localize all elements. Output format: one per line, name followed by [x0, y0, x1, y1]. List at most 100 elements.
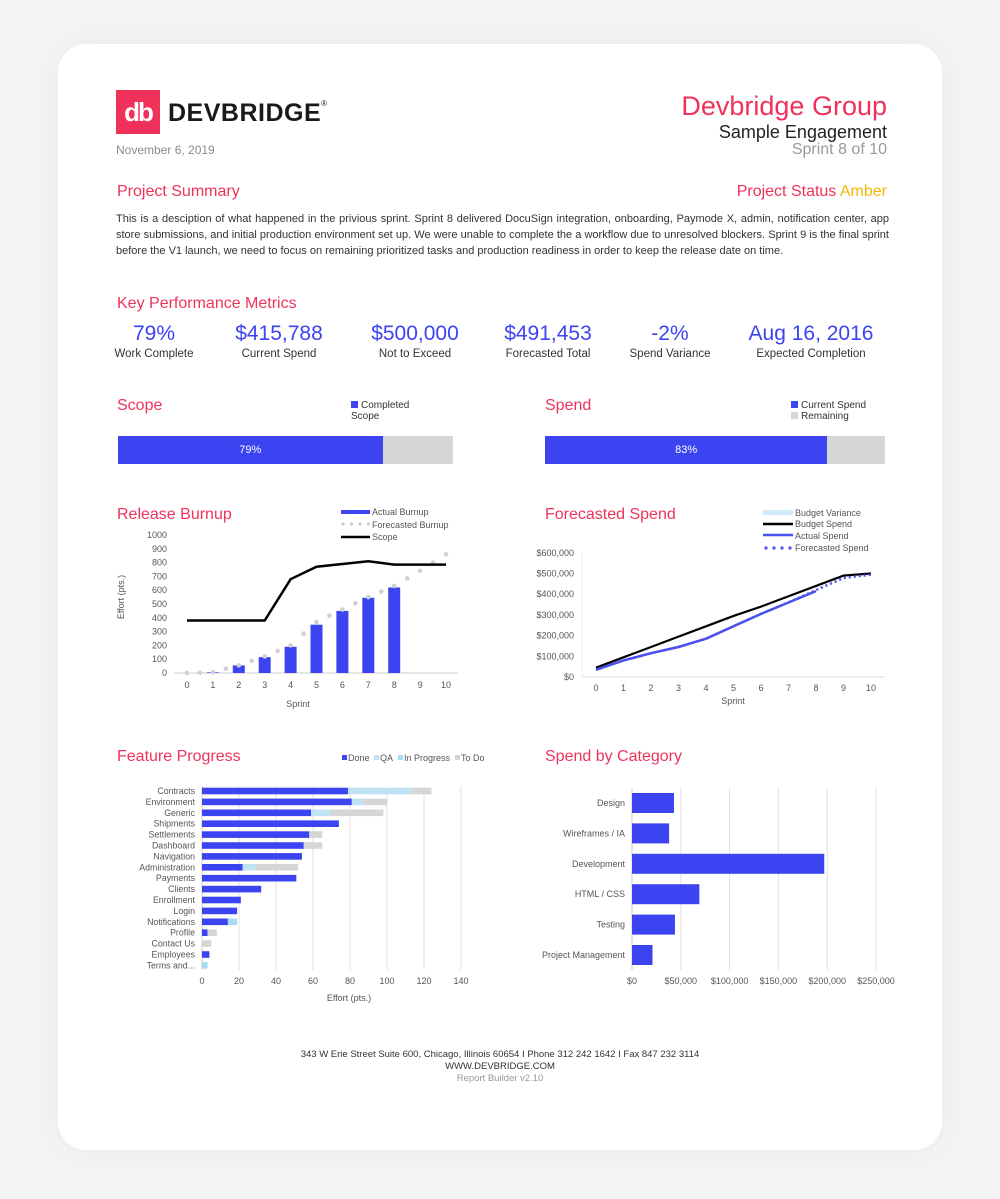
feature-bar-done: [202, 951, 210, 958]
feature-bar-to-do: [207, 929, 217, 936]
x-tick-label: 10: [866, 683, 876, 693]
forecast-dot: [184, 670, 190, 676]
x-tick-label: $0: [627, 976, 637, 986]
charts-layer: 010020030040050060070080090010000 1 2 3 4 5 6 7…: [116, 507, 895, 1003]
category-label: Enrollment: [153, 895, 196, 905]
category-label: Payments: [156, 873, 196, 883]
feature-bar-qa: [311, 809, 330, 817]
scope-line: [187, 559, 446, 622]
category-label: Wireframes / IA: [563, 828, 625, 838]
category-label: Design: [597, 798, 625, 808]
category-bar: [632, 914, 675, 935]
category-label: Terms and...: [147, 960, 195, 970]
feature-bar-done: [202, 798, 352, 806]
forecast-dot: [327, 613, 332, 619]
forecast-dot: [340, 607, 345, 612]
x-tick-label: 5: [314, 680, 319, 690]
y-tick-label: $200,000: [536, 631, 574, 641]
y-tick-label: $0: [564, 672, 574, 682]
feature-bar-to-do: [303, 842, 323, 849]
feature-bar-done: [202, 853, 302, 860]
feature-bar-done: [202, 874, 297, 882]
feature-bar-done: [202, 787, 349, 795]
footer-address: 343 W Erie Street Suite 600, Chicago, Il…: [300, 1049, 700, 1060]
burnup-bar: [284, 646, 297, 673]
legend-swatch: [341, 522, 345, 526]
forecast-dot: [366, 594, 371, 600]
category-label: Environment: [146, 797, 196, 807]
x-tick-label: $250,000: [857, 976, 895, 986]
legend-swatch: [772, 546, 776, 550]
forecasted-spend-line: [595, 573, 872, 671]
legend-label: QA: [380, 753, 393, 763]
x-tick-label: $200,000: [808, 976, 846, 986]
forecast-dot: [288, 643, 293, 648]
footer-version: Report Builder v2.10: [456, 1073, 544, 1084]
category-label: Administration: [139, 862, 195, 872]
legend-swatch: [455, 755, 460, 760]
category-label: Testing: [596, 920, 625, 930]
x-tick-label: 100: [379, 976, 394, 986]
feature-bar-in-progress: [227, 918, 238, 926]
forecast-dot: [404, 576, 410, 581]
y-tick-label: 500: [152, 599, 167, 609]
y-tick-label: $600,000: [536, 548, 574, 558]
legend-label: Actual Spend: [795, 531, 849, 541]
y-tick-label: 300: [152, 627, 167, 637]
category-label: Notifications: [147, 917, 196, 927]
category-label: Clients: [168, 884, 195, 894]
x-axis-label: Sprint: [721, 696, 745, 706]
x-axis-label: Sprint: [286, 699, 310, 709]
x-axis-label: Effort (pts.): [327, 993, 371, 1003]
category-bar: [632, 884, 700, 905]
x-tick-label: 7: [786, 683, 791, 693]
legend-swatch: [374, 755, 379, 760]
feature-bar-to-do: [309, 831, 323, 838]
feature-bar-to-do: [202, 940, 212, 947]
burnup-bar: [336, 610, 349, 673]
forecast-dot: [301, 631, 306, 636]
legend-swatch: [780, 546, 784, 550]
feature-bar-to-do: [255, 864, 299, 871]
x-tick-label: 1: [621, 683, 626, 693]
legend-swatch: [366, 522, 371, 526]
x-tick-label: $150,000: [760, 976, 798, 986]
x-tick-label: 9: [418, 680, 423, 690]
category-label: Generic: [164, 808, 195, 818]
feature-bar-done: [202, 907, 238, 915]
forecast-dot: [210, 670, 216, 675]
legend-swatch: [358, 522, 362, 526]
legend-swatch: [788, 546, 792, 550]
x-tick-label: 7: [366, 680, 371, 690]
forecast-dot: [378, 589, 384, 594]
feature-bar-done: [202, 896, 241, 904]
legend-label: Forecasted Spend: [795, 543, 869, 553]
forecast-dot: [236, 663, 242, 668]
forecast-dot: [443, 552, 449, 557]
feature-bar-done: [202, 809, 312, 817]
legend-label: Actual Burnup: [372, 507, 429, 517]
footer-website[interactable]: WWW.DEVBRIDGE.COM: [0, 1061, 1000, 1072]
y-tick-label: 200: [152, 640, 167, 650]
budget-spend-line: [595, 572, 872, 669]
feature-bar-to-do: [411, 787, 432, 795]
x-tick-label: 1: [210, 680, 215, 690]
y-axis-label: Effort (pts.): [116, 575, 126, 619]
x-tick-label: 40: [271, 976, 281, 986]
x-tick-label: 80: [345, 976, 355, 986]
x-tick-label: 8: [813, 683, 818, 693]
x-tick-label: 5: [731, 683, 736, 693]
category-label: Shipments: [153, 819, 195, 829]
feature-bar-to-do: [362, 798, 387, 806]
feature-bar-done: [202, 820, 339, 827]
legend-label: To Do: [461, 753, 485, 763]
x-tick-label: 0: [184, 680, 189, 690]
category-label: Project Management: [542, 950, 626, 960]
legend-label: Done: [348, 753, 370, 763]
y-tick-label: 700: [152, 571, 167, 581]
category-bar: [632, 853, 825, 874]
y-tick-label: 600: [152, 585, 167, 595]
burnup-bar: [310, 624, 323, 673]
legend-swatch: [764, 546, 768, 550]
x-tick-label: 3: [262, 680, 267, 690]
